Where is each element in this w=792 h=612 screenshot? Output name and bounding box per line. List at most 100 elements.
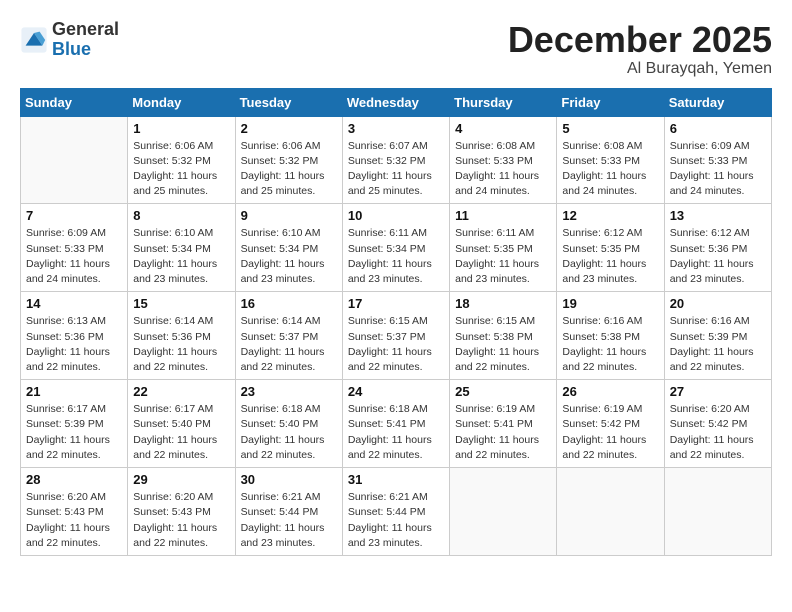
- logo: General Blue: [20, 20, 119, 60]
- weekday-header-saturday: Saturday: [664, 88, 771, 116]
- calendar-cell: 22Sunrise: 6:17 AMSunset: 5:40 PMDayligh…: [128, 380, 235, 468]
- day-info: Sunrise: 6:10 AMSunset: 5:34 PMDaylight:…: [241, 226, 337, 287]
- logo-text: General Blue: [52, 20, 119, 60]
- logo-icon: [20, 26, 48, 54]
- day-number: 8: [133, 208, 229, 223]
- calendar-cell: 5Sunrise: 6:08 AMSunset: 5:33 PMDaylight…: [557, 116, 664, 204]
- calendar-cell: [450, 468, 557, 556]
- calendar-cell: 29 Sunrise: 6:20 AMSunset: 5:43 PMDayligh…: [128, 468, 235, 556]
- day-number: 1: [133, 121, 229, 136]
- day-info: Sunrise: 6:12 AMSunset: 5:36 PMDaylight:…: [670, 226, 766, 287]
- day-number: 5: [562, 121, 658, 136]
- calendar-cell: 11 Sunrise: 6:11 AMSunset: 5:35 PMDayligh…: [450, 204, 557, 292]
- day-info: Sunrise: 6:14 AMSunset: 5:36 PMDaylight:…: [133, 314, 229, 375]
- day-number: 29: [133, 472, 229, 487]
- calendar-cell: 20 Sunrise: 6:16 AMSunset: 5:39 PMDayligh…: [664, 292, 771, 380]
- calendar-cell: 3 Sunrise: 6:07 AMSunset: 5:32 PMDaylight…: [342, 116, 449, 204]
- day-info: Sunrise: 6:18 AMSunset: 5:40 PMDaylight:…: [241, 402, 337, 463]
- day-number: 27: [670, 384, 766, 399]
- day-info: Sunrise: 6:15 AMSunset: 5:37 PMDaylight:…: [348, 314, 444, 375]
- day-number: 31: [348, 472, 444, 487]
- day-number: 4: [455, 121, 551, 136]
- weekday-header-sunday: Sunday: [21, 88, 128, 116]
- day-info: Sunrise: 6:18 AMSunset: 5:41 PMDaylight:…: [348, 402, 444, 463]
- day-info: Sunrise: 6:11 AMSunset: 5:34 PMDaylight:…: [348, 226, 444, 287]
- day-info: Sunrise: 6:14 AMSunset: 5:37 PMDaylight:…: [241, 314, 337, 375]
- day-info: Sunrise: 6:20 AMSunset: 5:43 PMDaylight:…: [133, 490, 229, 551]
- day-number: 19: [562, 296, 658, 311]
- day-number: 15: [133, 296, 229, 311]
- day-info: Sunrise: 6:19 AMSunset: 5:42 PMDaylight:…: [562, 402, 658, 463]
- day-number: 23: [241, 384, 337, 399]
- page-header: General Blue December 2025 Al Burayqah, …: [20, 20, 772, 78]
- calendar-cell: 26 Sunrise: 6:19 AMSunset: 5:42 PMDayligh…: [557, 380, 664, 468]
- weekday-header-wednesday: Wednesday: [342, 88, 449, 116]
- calendar-cell: 13 Sunrise: 6:12 AMSunset: 5:36 PMDayligh…: [664, 204, 771, 292]
- calendar-cell: 15 Sunrise: 6:14 AMSunset: 5:36 PMDayligh…: [128, 292, 235, 380]
- calendar-cell: 1 Sunrise: 6:06 AMSunset: 5:32 PMDaylight…: [128, 116, 235, 204]
- weekday-header-thursday: Thursday: [450, 88, 557, 116]
- day-info: Sunrise: 6:12 AMSunset: 5:35 PMDaylight:…: [562, 226, 658, 287]
- day-info: Sunrise: 6:06 AMSunset: 5:32 PMDaylight:…: [133, 139, 229, 200]
- calendar-table: SundayMondayTuesdayWednesdayThursdayFrid…: [20, 88, 772, 556]
- day-info: Sunrise: 6:09 AMSunset: 5:33 PMDaylight:…: [26, 226, 122, 287]
- day-info: Sunrise: 6:19 AMSunset: 5:41 PMDaylight:…: [455, 402, 551, 463]
- day-info: Sunrise: 6:21 AMSunset: 5:44 PMDaylight:…: [348, 490, 444, 551]
- day-info: Sunrise: 6:11 AMSunset: 5:35 PMDaylight:…: [455, 226, 551, 287]
- day-number: 26: [562, 384, 658, 399]
- day-info: Sunrise: 6:10 AMSunset: 5:34 PMDaylight:…: [133, 226, 229, 287]
- calendar-cell: 30Sunrise: 6:21 AMSunset: 5:44 PMDayligh…: [235, 468, 342, 556]
- calendar-cell: [21, 116, 128, 204]
- day-number: 11: [455, 208, 551, 223]
- calendar-cell: 19Sunrise: 6:16 AMSunset: 5:38 PMDayligh…: [557, 292, 664, 380]
- calendar-cell: 16 Sunrise: 6:14 AMSunset: 5:37 PMDayligh…: [235, 292, 342, 380]
- day-number: 14: [26, 296, 122, 311]
- calendar-cell: 23 Sunrise: 6:18 AMSunset: 5:40 PMDayligh…: [235, 380, 342, 468]
- day-number: 2: [241, 121, 337, 136]
- day-info: Sunrise: 6:20 AMSunset: 5:42 PMDaylight:…: [670, 402, 766, 463]
- calendar-cell: 18Sunrise: 6:15 AMSunset: 5:38 PMDayligh…: [450, 292, 557, 380]
- day-number: 25: [455, 384, 551, 399]
- calendar-cell: 25 Sunrise: 6:19 AMSunset: 5:41 PMDayligh…: [450, 380, 557, 468]
- weekday-header-tuesday: Tuesday: [235, 88, 342, 116]
- day-number: 6: [670, 121, 766, 136]
- day-number: 9: [241, 208, 337, 223]
- day-info: Sunrise: 6:07 AMSunset: 5:32 PMDaylight:…: [348, 139, 444, 200]
- day-info: Sunrise: 6:15 AMSunset: 5:38 PMDaylight:…: [455, 314, 551, 375]
- week-row-3: 14Sunrise: 6:13 AMSunset: 5:36 PMDayligh…: [21, 292, 772, 380]
- calendar-cell: [664, 468, 771, 556]
- weekday-header-row: SundayMondayTuesdayWednesdayThursdayFrid…: [21, 88, 772, 116]
- day-info: Sunrise: 6:20 AMSunset: 5:43 PMDaylight:…: [26, 490, 122, 551]
- week-row-5: 28 Sunrise: 6:20 AMSunset: 5:43 PMDayligh…: [21, 468, 772, 556]
- calendar-cell: 27 Sunrise: 6:20 AMSunset: 5:42 PMDayligh…: [664, 380, 771, 468]
- calendar-cell: 14Sunrise: 6:13 AMSunset: 5:36 PMDayligh…: [21, 292, 128, 380]
- calendar-cell: 9 Sunrise: 6:10 AMSunset: 5:34 PMDaylight…: [235, 204, 342, 292]
- calendar-cell: 6Sunrise: 6:09 AMSunset: 5:33 PMDaylight…: [664, 116, 771, 204]
- calendar-cell: 21Sunrise: 6:17 AMSunset: 5:39 PMDayligh…: [21, 380, 128, 468]
- day-info: Sunrise: 6:06 AMSunset: 5:32 PMDaylight:…: [241, 139, 337, 200]
- logo-blue: Blue: [52, 40, 119, 60]
- day-number: 7: [26, 208, 122, 223]
- day-number: 20: [670, 296, 766, 311]
- week-row-2: 7 Sunrise: 6:09 AMSunset: 5:33 PMDaylight…: [21, 204, 772, 292]
- day-info: Sunrise: 6:08 AMSunset: 5:33 PMDaylight:…: [455, 139, 551, 200]
- calendar-cell: 17Sunrise: 6:15 AMSunset: 5:37 PMDayligh…: [342, 292, 449, 380]
- weekday-header-friday: Friday: [557, 88, 664, 116]
- week-row-1: 1 Sunrise: 6:06 AMSunset: 5:32 PMDaylight…: [21, 116, 772, 204]
- day-info: Sunrise: 6:17 AMSunset: 5:40 PMDaylight:…: [133, 402, 229, 463]
- day-number: 24: [348, 384, 444, 399]
- calendar-cell: 28 Sunrise: 6:20 AMSunset: 5:43 PMDayligh…: [21, 468, 128, 556]
- weekday-header-monday: Monday: [128, 88, 235, 116]
- calendar-cell: 2 Sunrise: 6:06 AMSunset: 5:32 PMDaylight…: [235, 116, 342, 204]
- day-number: 13: [670, 208, 766, 223]
- day-number: 12: [562, 208, 658, 223]
- day-info: Sunrise: 6:16 AMSunset: 5:39 PMDaylight:…: [670, 314, 766, 375]
- calendar-cell: 31 Sunrise: 6:21 AMSunset: 5:44 PMDayligh…: [342, 468, 449, 556]
- day-number: 28: [26, 472, 122, 487]
- calendar-cell: 10Sunrise: 6:11 AMSunset: 5:34 PMDayligh…: [342, 204, 449, 292]
- logo-general: General: [52, 20, 119, 40]
- calendar-cell: 12 Sunrise: 6:12 AMSunset: 5:35 PMDayligh…: [557, 204, 664, 292]
- day-number: 30: [241, 472, 337, 487]
- day-number: 3: [348, 121, 444, 136]
- day-number: 16: [241, 296, 337, 311]
